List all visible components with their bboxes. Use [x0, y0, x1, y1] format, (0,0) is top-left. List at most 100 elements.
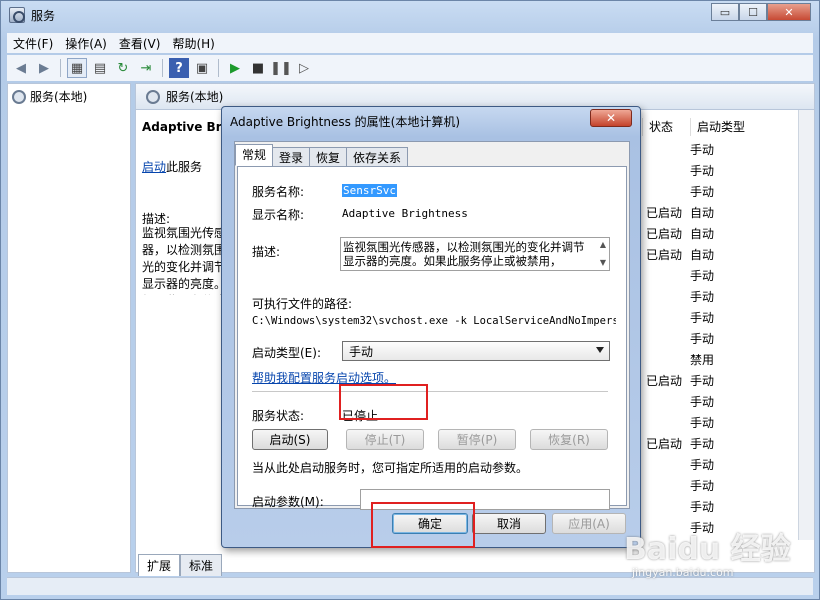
dialog-body: 常规 登录 恢复 依存关系 服务名称: SensrSvc 显示名称: Adapt…: [234, 141, 630, 510]
display-name-value[interactable]: Adaptive Brightness: [342, 207, 468, 220]
export-icon[interactable]: ⇥: [136, 58, 156, 78]
table-row[interactable]: 已启动 自动: [642, 245, 802, 266]
stop-button-highlight: [339, 384, 428, 420]
cell-startup-type: 手动: [690, 395, 715, 409]
refresh-icon[interactable]: ↻: [113, 58, 133, 78]
table-row[interactable]: 已启动 自动: [642, 203, 802, 224]
maximize-button[interactable]: ☐: [739, 3, 767, 21]
apply-button[interactable]: 应用(A): [552, 513, 626, 534]
resume-button[interactable]: 恢复(R): [530, 429, 608, 450]
path-value[interactable]: C:\Windows\system32\svchost.exe -k Local…: [252, 315, 616, 327]
general-panel: 服务名称: SensrSvc 显示名称: Adaptive Brightness…: [237, 166, 627, 510]
cell-startup-type: 手动: [690, 290, 715, 304]
pause-button[interactable]: 暂停(P): [438, 429, 516, 450]
back-icon[interactable]: ◀: [11, 58, 31, 78]
start-service-line: 启动此服务: [142, 158, 202, 175]
stop-icon[interactable]: ■: [248, 58, 268, 78]
pause-icon[interactable]: ❚❚: [270, 58, 292, 78]
console-tree-icon[interactable]: ▦: [67, 58, 87, 78]
table-row[interactable]: 手动: [642, 140, 802, 161]
cell-status: 已启动: [646, 248, 683, 262]
table-row[interactable]: 手动: [642, 476, 802, 497]
table-row[interactable]: 手动: [642, 161, 802, 182]
help-icon[interactable]: ?: [169, 58, 189, 78]
service-detail-title: Adaptive Brightness: [142, 120, 228, 134]
description-field[interactable]: 监视氛围光传感器，以检测氛围光的变化并调节显示器的亮度。如果此服务停止或被禁用，…: [340, 237, 610, 271]
dialog-close-button[interactable]: ✕: [590, 109, 632, 127]
cell-startup-type: 手动: [690, 479, 715, 493]
tab-logon[interactable]: 登录: [272, 147, 311, 166]
service-name-value[interactable]: SensrSvc: [342, 184, 397, 197]
cell-startup-type: 手动: [690, 437, 715, 451]
tab-dependencies[interactable]: 依存关系: [346, 147, 409, 166]
cell-startup-type: 禁用: [690, 353, 715, 367]
table-row[interactable]: 已启动 手动: [642, 434, 802, 455]
menu-bar: 文件(F) 操作(A) 查看(V) 帮助(H): [7, 33, 813, 53]
toolbar-separator: [60, 59, 61, 77]
gear-icon: [12, 89, 26, 104]
forward-icon[interactable]: ▶: [34, 58, 54, 78]
start-button[interactable]: 启动(S): [252, 429, 328, 450]
pane-header-label: 服务(本地): [166, 90, 224, 104]
table-row[interactable]: 手动: [642, 308, 802, 329]
tree-item-label: 服务(本地): [30, 90, 88, 104]
column-header: 状态 启动类型: [642, 118, 756, 136]
table-row[interactable]: 手动: [642, 392, 802, 413]
ok-button-highlight: [371, 502, 475, 548]
scroll-down-icon[interactable]: ▼: [600, 256, 606, 270]
cell-startup-type: 自动: [690, 206, 715, 220]
table-row[interactable]: 手动: [642, 182, 802, 203]
console-icon[interactable]: ▣: [192, 58, 212, 78]
table-row[interactable]: 手动: [642, 497, 802, 518]
column-startup-type[interactable]: 启动类型: [690, 118, 756, 136]
table-row[interactable]: 手动: [642, 329, 802, 350]
scroll-up-icon[interactable]: ▲: [600, 238, 606, 252]
cell-status: [642, 182, 686, 203]
service-status-label: 服务状态:: [252, 409, 305, 423]
menu-help[interactable]: 帮助(H): [166, 33, 220, 53]
tab-recovery[interactable]: 恢复: [309, 147, 348, 166]
dialog-tabs: 常规 登录 恢复 依存关系: [235, 144, 409, 166]
properties-icon[interactable]: ▤: [90, 58, 110, 78]
minimize-button[interactable]: ▭: [711, 3, 739, 21]
start-service-link[interactable]: 启动: [142, 160, 166, 174]
start-params-label: 启动参数(M):: [252, 495, 324, 509]
gear-icon: [146, 89, 160, 104]
close-button[interactable]: ✕: [767, 3, 811, 21]
stop-button[interactable]: 停止(T): [346, 429, 424, 450]
play-icon[interactable]: ▶: [225, 58, 245, 78]
services-app-icon: [9, 7, 25, 23]
vertical-scrollbar[interactable]: [798, 110, 814, 540]
description-scrollbar[interactable]: ▲ ▼: [597, 238, 609, 270]
menu-file[interactable]: 文件(F): [7, 33, 59, 53]
table-row[interactable]: 已启动 手动: [642, 371, 802, 392]
resume-icon[interactable]: ▷: [294, 58, 314, 78]
table-row[interactable]: 手动: [642, 287, 802, 308]
tab-extended[interactable]: 扩展: [138, 554, 181, 576]
table-row[interactable]: 已启动 自动: [642, 224, 802, 245]
view-tabs: 扩展 标准: [138, 554, 223, 576]
cell-startup-type: 手动: [690, 374, 715, 388]
cell-status: [642, 308, 686, 329]
cell-status: [642, 497, 686, 518]
display-name-label: 显示名称:: [252, 208, 305, 222]
table-row[interactable]: 手动: [642, 413, 802, 434]
table-row[interactable]: 手动: [642, 455, 802, 476]
tab-standard[interactable]: 标准: [180, 554, 223, 576]
menu-action[interactable]: 操作(A): [59, 33, 113, 53]
divider: [252, 391, 608, 392]
cancel-button[interactable]: 取消: [472, 513, 546, 534]
table-row[interactable]: 禁用: [642, 350, 802, 371]
cell-startup-type: 手动: [690, 500, 715, 514]
tree-item-services-local[interactable]: 服务(本地): [12, 88, 87, 105]
chevron-down-icon: [596, 347, 604, 353]
menu-view[interactable]: 查看(V): [113, 33, 167, 53]
start-params-hint: 当从此处启动服务时，您可指定所适用的启动参数。: [252, 461, 529, 475]
table-row[interactable]: 手动: [642, 266, 802, 287]
cell-status: [642, 392, 686, 413]
tab-general[interactable]: 常规: [235, 144, 274, 166]
cell-status: [642, 140, 686, 161]
column-status[interactable]: 状态: [642, 118, 690, 136]
cell-status: [642, 266, 686, 287]
startup-type-select[interactable]: 手动: [342, 341, 610, 361]
